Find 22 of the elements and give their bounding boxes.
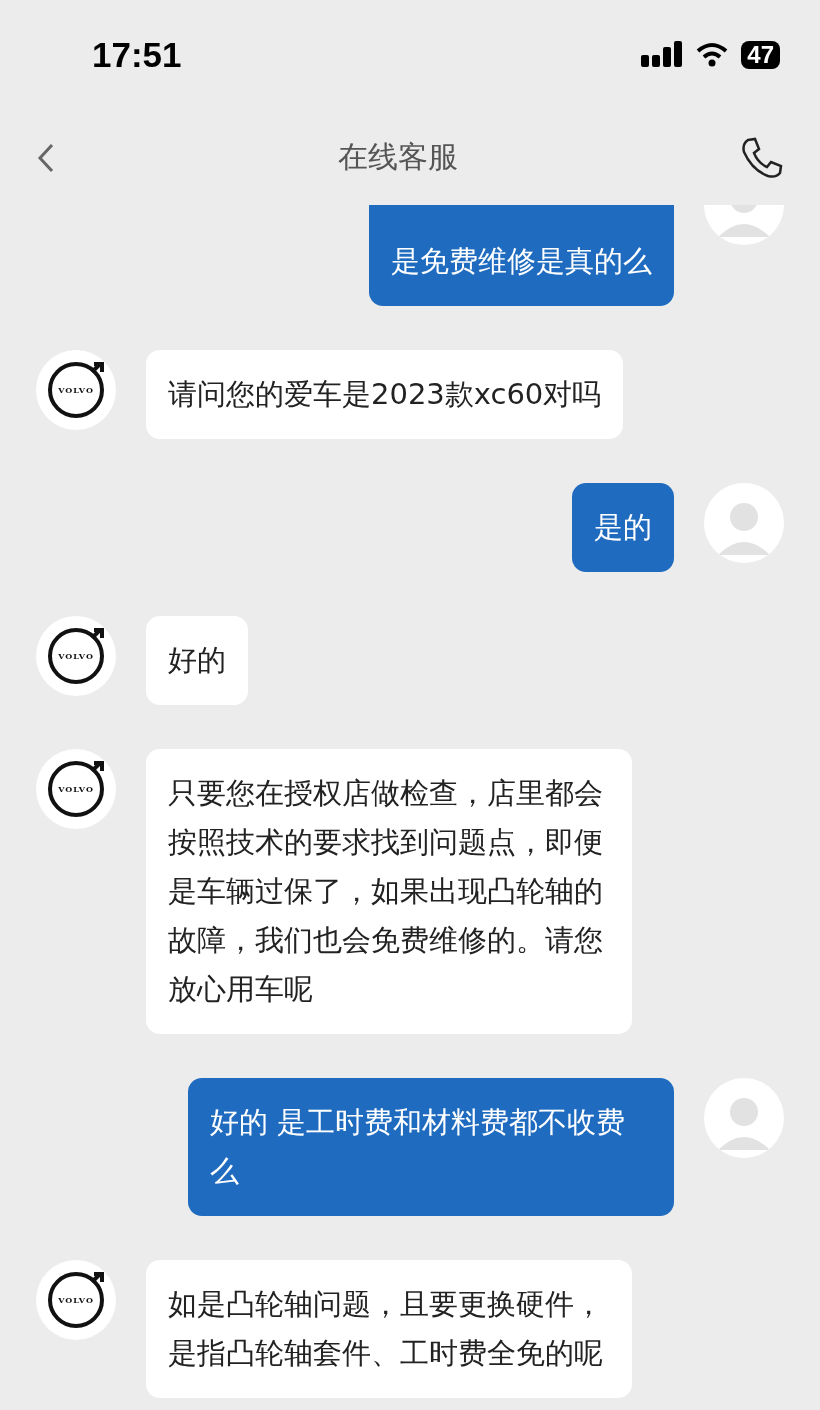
message-bubble: 请问您的爱车是2023款xc60对吗 xyxy=(146,350,624,439)
message-bubble: 是的 xyxy=(572,483,674,572)
agent-avatar[interactable]: VOLVO xyxy=(36,616,116,696)
page-title: 在线客服 xyxy=(337,138,459,176)
message-bubble: 是免费维修是真的么 xyxy=(369,205,674,306)
logo-label: VOLVO xyxy=(58,385,94,395)
message-bubble: 好的 xyxy=(146,616,248,705)
message-bubble: 只要您在授权店做检查，店里都会按照技术的要求找到问题点，即便是车辆过保了，如果出现凸轮轴的故障，我们也会免费维修的。请您放心用车呢 xyxy=(146,749,632,1034)
logo-label: VOLVO xyxy=(58,1295,94,1305)
back-icon[interactable] xyxy=(36,141,56,174)
logo-label: VOLVO xyxy=(58,651,94,661)
logo-label: VOLVO xyxy=(58,784,94,794)
signal-icon xyxy=(641,41,684,69)
message-bubble: 好的 是工时费和材料费都不收费么 xyxy=(188,1078,674,1216)
phone-icon[interactable] xyxy=(740,135,784,180)
agent-avatar[interactable]: VOLVO xyxy=(36,1260,116,1340)
message-bubble: 如是凸轮轴问题，且要更换硬件，是指凸轮轴套件、工时费全免的呢 xyxy=(146,1260,632,1398)
agent-avatar[interactable]: VOLVO xyxy=(36,350,116,430)
wifi-icon xyxy=(695,42,730,68)
agent-avatar[interactable]: VOLVO xyxy=(36,749,116,829)
battery-level: 47 xyxy=(741,41,780,69)
status-time: 17:51 xyxy=(92,35,183,75)
